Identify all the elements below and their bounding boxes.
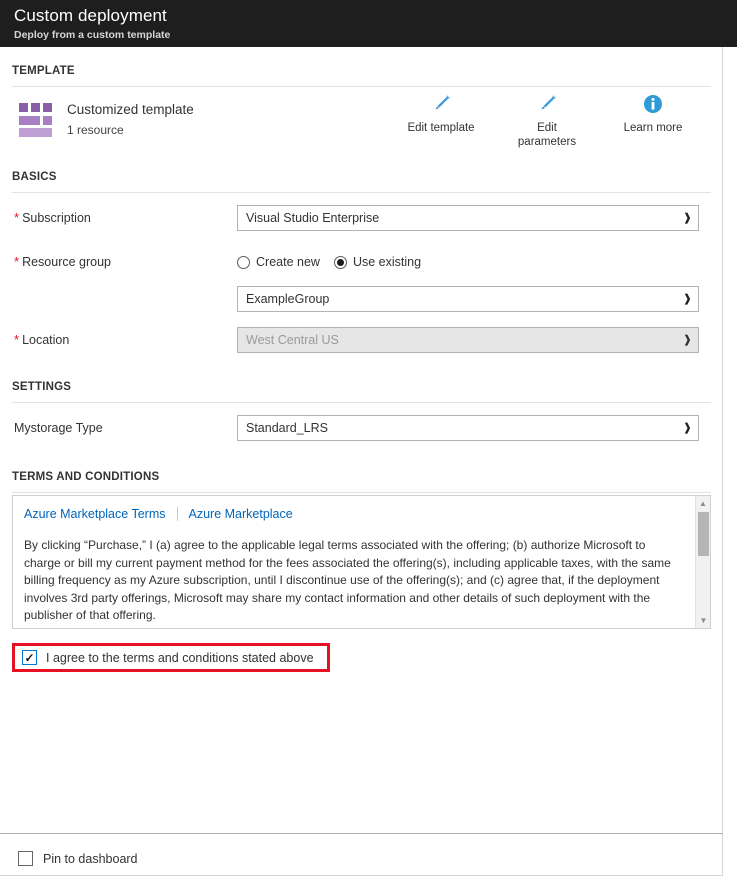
- pencil-icon: [402, 91, 480, 117]
- section-header-settings: SETTINGS: [12, 381, 72, 393]
- field-location: * Location West Central US ❱: [12, 327, 710, 359]
- template-name: Customized template: [67, 102, 194, 117]
- edit-parameters-button[interactable]: Edit parameters: [508, 91, 586, 149]
- required-asterisk: *: [14, 332, 20, 347]
- chevron-down-icon: ❱: [682, 211, 692, 224]
- pin-to-dashboard-row: Pin to dashboard: [18, 851, 138, 866]
- edit-parameters-label: Edit parameters: [517, 122, 577, 148]
- mystorage-type-label: Mystorage Type: [14, 421, 103, 435]
- radio-create-new[interactable]: Create new: [237, 255, 320, 269]
- learn-more-button[interactable]: Learn more: [614, 91, 692, 149]
- resource-group-label: * Resource group: [14, 254, 112, 269]
- template-icon: [19, 103, 55, 137]
- terms-and-conditions-box[interactable]: Azure Marketplace Terms Azure Marketplac…: [12, 495, 711, 629]
- location-dropdown[interactable]: West Central US ❱: [237, 327, 699, 353]
- field-resource-group: *Resource group Create new Use existing: [12, 249, 710, 312]
- info-icon: [614, 91, 692, 117]
- subscription-dropdown[interactable]: Visual Studio Enterprise ❱: [237, 205, 699, 231]
- radio-use-existing[interactable]: Use existing: [333, 255, 422, 269]
- radio-icon: [237, 255, 250, 269]
- agree-terms-label: I agree to the terms and conditions stat…: [46, 650, 314, 665]
- chevron-down-icon: ❱: [682, 292, 692, 305]
- subscription-value: Visual Studio Enterprise: [246, 211, 380, 225]
- location-value: West Central US: [246, 333, 339, 347]
- chevron-down-icon: ❱: [682, 333, 692, 346]
- field-subscription: * Subscription Visual Studio Enterprise ❱: [12, 205, 710, 237]
- edit-template-button[interactable]: Edit template: [402, 91, 480, 149]
- page-subtitle: Deploy from a custom template: [14, 29, 171, 41]
- azure-marketplace-link[interactable]: Azure Marketplace: [189, 505, 293, 523]
- template-resource-count: 1 resource: [67, 123, 124, 137]
- footer-divider: [0, 833, 723, 834]
- pin-to-dashboard-checkbox[interactable]: [18, 851, 33, 866]
- checkmark-icon: ✓: [24, 650, 35, 665]
- location-label: * Location: [14, 332, 70, 347]
- scroll-down-arrow-icon[interactable]: ▼: [696, 613, 710, 628]
- terms-links: Azure Marketplace Terms Azure Marketplac…: [24, 505, 684, 523]
- agree-terms-checkbox[interactable]: ✓: [22, 650, 37, 665]
- section-header-template: TEMPLATE: [12, 65, 75, 77]
- radio-create-new-label: Create new: [256, 255, 320, 269]
- page-title: Custom deployment: [14, 6, 167, 25]
- resource-group-dropdown[interactable]: ExampleGroup ❱: [237, 286, 699, 312]
- scrollbar-thumb[interactable]: [698, 512, 709, 556]
- pin-to-dashboard-label: Pin to dashboard: [43, 851, 138, 866]
- terms-scrollbar[interactable]: ▲ ▼: [695, 496, 710, 628]
- azure-marketplace-terms-link[interactable]: Azure Marketplace Terms: [24, 505, 166, 523]
- radio-use-existing-label: Use existing: [352, 255, 422, 269]
- resource-group-radio-group: Create new Use existing: [237, 249, 710, 275]
- required-asterisk: *: [14, 210, 20, 225]
- pencil-icon: [508, 91, 586, 117]
- subscription-label: * Subscription: [14, 210, 91, 225]
- mystorage-type-dropdown[interactable]: Standard_LRS ❱: [237, 415, 699, 441]
- divider: [12, 402, 711, 403]
- edit-template-label: Edit template: [407, 122, 475, 134]
- divider: [12, 192, 711, 193]
- blade-header: Custom deployment Deploy from a custom t…: [0, 0, 737, 47]
- mystorage-type-value: Standard_LRS: [246, 421, 329, 435]
- custom-deployment-blade: Custom deployment Deploy from a custom t…: [0, 0, 737, 876]
- resource-group-value: ExampleGroup: [246, 292, 330, 306]
- field-mystorage-type: Mystorage Type Standard_LRS ❱: [12, 415, 710, 447]
- required-asterisk: *: [14, 254, 20, 269]
- divider: [12, 492, 711, 493]
- agree-terms-row: ✓ I agree to the terms and conditions st…: [12, 643, 330, 672]
- template-summary-row: Customized template 1 resource Edit temp…: [12, 87, 710, 153]
- template-actions: Edit template Edit parameters Learn more: [402, 91, 710, 149]
- learn-more-label: Learn more: [623, 122, 683, 134]
- radio-icon-selected: [333, 255, 347, 269]
- section-header-terms: TERMS AND CONDITIONS: [12, 471, 160, 483]
- scroll-up-arrow-icon[interactable]: ▲: [696, 496, 710, 511]
- chevron-down-icon: ❱: [682, 421, 692, 434]
- link-separator: [176, 507, 178, 521]
- blade-body: TEMPLATE Customized template 1 resource: [0, 47, 723, 876]
- terms-paragraph-1: By clicking “Purchase,” I (a) agree to t…: [24, 538, 671, 622]
- section-header-basics: BASICS: [12, 171, 57, 183]
